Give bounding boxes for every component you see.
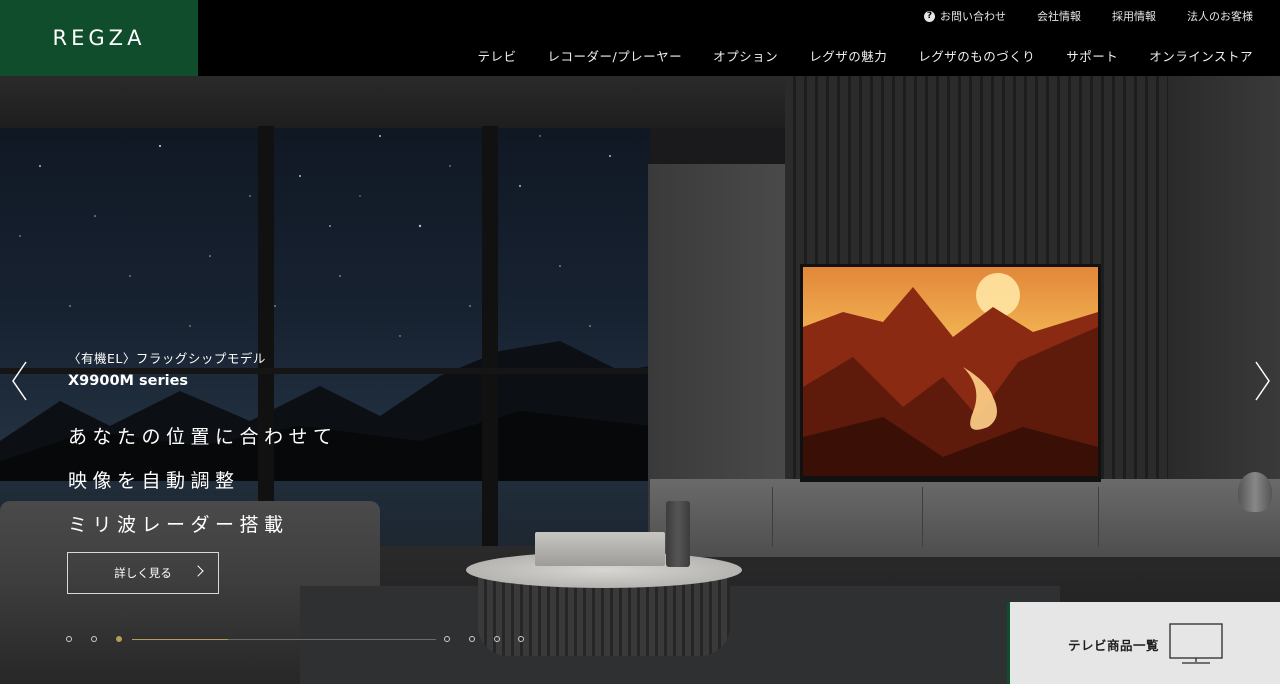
tv-icon bbox=[1169, 623, 1223, 664]
site-header: REGZA ? お問い合わせ 会社情報 採用情報 法人のお客様 テレビ レコーダ… bbox=[0, 0, 1280, 76]
utility-nav: ? お問い合わせ 会社情報 採用情報 法人のお客様 bbox=[924, 8, 1253, 24]
chevron-right-icon bbox=[1255, 361, 1270, 401]
utility-item-company[interactable]: 会社情報 bbox=[1037, 8, 1081, 24]
utility-item-label: お問い合わせ bbox=[940, 10, 1006, 23]
pagination-dot[interactable] bbox=[469, 636, 475, 642]
utility-item-contact[interactable]: ? お問い合わせ bbox=[924, 8, 1006, 24]
carousel-pagination bbox=[66, 634, 526, 646]
pagination-dot[interactable] bbox=[494, 636, 500, 642]
utility-item-label: 法人のお客様 bbox=[1187, 10, 1253, 23]
pagination-dot[interactable] bbox=[66, 636, 72, 642]
hero-headline-line: あなたの位置に合わせて bbox=[68, 426, 338, 448]
nav-item-recorder[interactable]: レコーダー/プレーヤー bbox=[547, 46, 682, 65]
wall bbox=[1168, 76, 1280, 536]
main-nav: テレビ レコーダー/プレーヤー オプション レグザの魅力 レグザのものづくり サ… bbox=[477, 46, 1253, 65]
window-frame bbox=[482, 126, 498, 596]
utility-item-business[interactable]: 法人のお客様 bbox=[1187, 8, 1253, 24]
pagination-progress bbox=[132, 639, 228, 640]
hero-headline-line: ミリ波レーダー搭載 bbox=[68, 514, 289, 536]
hero-eyebrow: 〈有機EL〉フラッグシップモデル bbox=[68, 351, 266, 366]
ceiling bbox=[0, 76, 800, 128]
learn-more-button[interactable]: 詳しく見る bbox=[67, 552, 219, 594]
pagination-dot-active[interactable] bbox=[116, 636, 122, 642]
pagination-dot[interactable] bbox=[518, 636, 524, 642]
books bbox=[535, 532, 665, 566]
nav-item-support[interactable]: サポート bbox=[1066, 46, 1118, 65]
hero-copy: 〈有機EL〉フラッグシップモデル X9900M series あなたの位置に合わ… bbox=[68, 348, 338, 547]
utility-item-careers[interactable]: 採用情報 bbox=[1112, 8, 1156, 24]
carousel-prev-button[interactable] bbox=[10, 361, 30, 401]
hero-model-name: X9900M series bbox=[68, 373, 189, 389]
nav-item-tv[interactable]: テレビ bbox=[477, 46, 516, 65]
tv-cabinet bbox=[650, 479, 1280, 557]
utility-item-label: 採用情報 bbox=[1112, 10, 1156, 23]
decor-vase bbox=[666, 501, 690, 567]
pagination-dot[interactable] bbox=[91, 636, 97, 642]
chevron-right-icon bbox=[192, 565, 204, 577]
utility-item-label: 会社情報 bbox=[1037, 10, 1081, 23]
carousel-next-button[interactable] bbox=[1252, 361, 1272, 401]
decor-vase bbox=[1238, 472, 1272, 512]
nav-item-online-store[interactable]: オンラインストア bbox=[1149, 46, 1253, 65]
hero-headline-line: 映像を自動調整 bbox=[68, 470, 240, 492]
chevron-left-icon bbox=[12, 361, 27, 401]
hero-carousel: 〈有機EL〉フラッグシップモデル X9900M series あなたの位置に合わ… bbox=[0, 76, 1280, 684]
tv-product-image bbox=[800, 264, 1101, 482]
regza-logo[interactable]: REGZA bbox=[0, 0, 198, 76]
nav-item-appeal[interactable]: レグザの魅力 bbox=[809, 46, 887, 65]
learn-more-label: 詳しく見る bbox=[114, 566, 172, 580]
nav-item-options[interactable]: オプション bbox=[713, 46, 778, 65]
tv-product-list-button[interactable]: テレビ商品一覧 bbox=[1007, 602, 1280, 684]
pagination-dot[interactable] bbox=[444, 636, 450, 642]
hero-headline: あなたの位置に合わせて 映像を自動調整 ミリ波レーダー搭載 bbox=[68, 415, 338, 547]
product-list-label: テレビ商品一覧 bbox=[1068, 638, 1160, 653]
logo-text: REGZA bbox=[52, 26, 146, 50]
nav-item-craftsmanship[interactable]: レグザのものづくり bbox=[918, 46, 1035, 65]
question-circle-icon: ? bbox=[924, 10, 935, 22]
